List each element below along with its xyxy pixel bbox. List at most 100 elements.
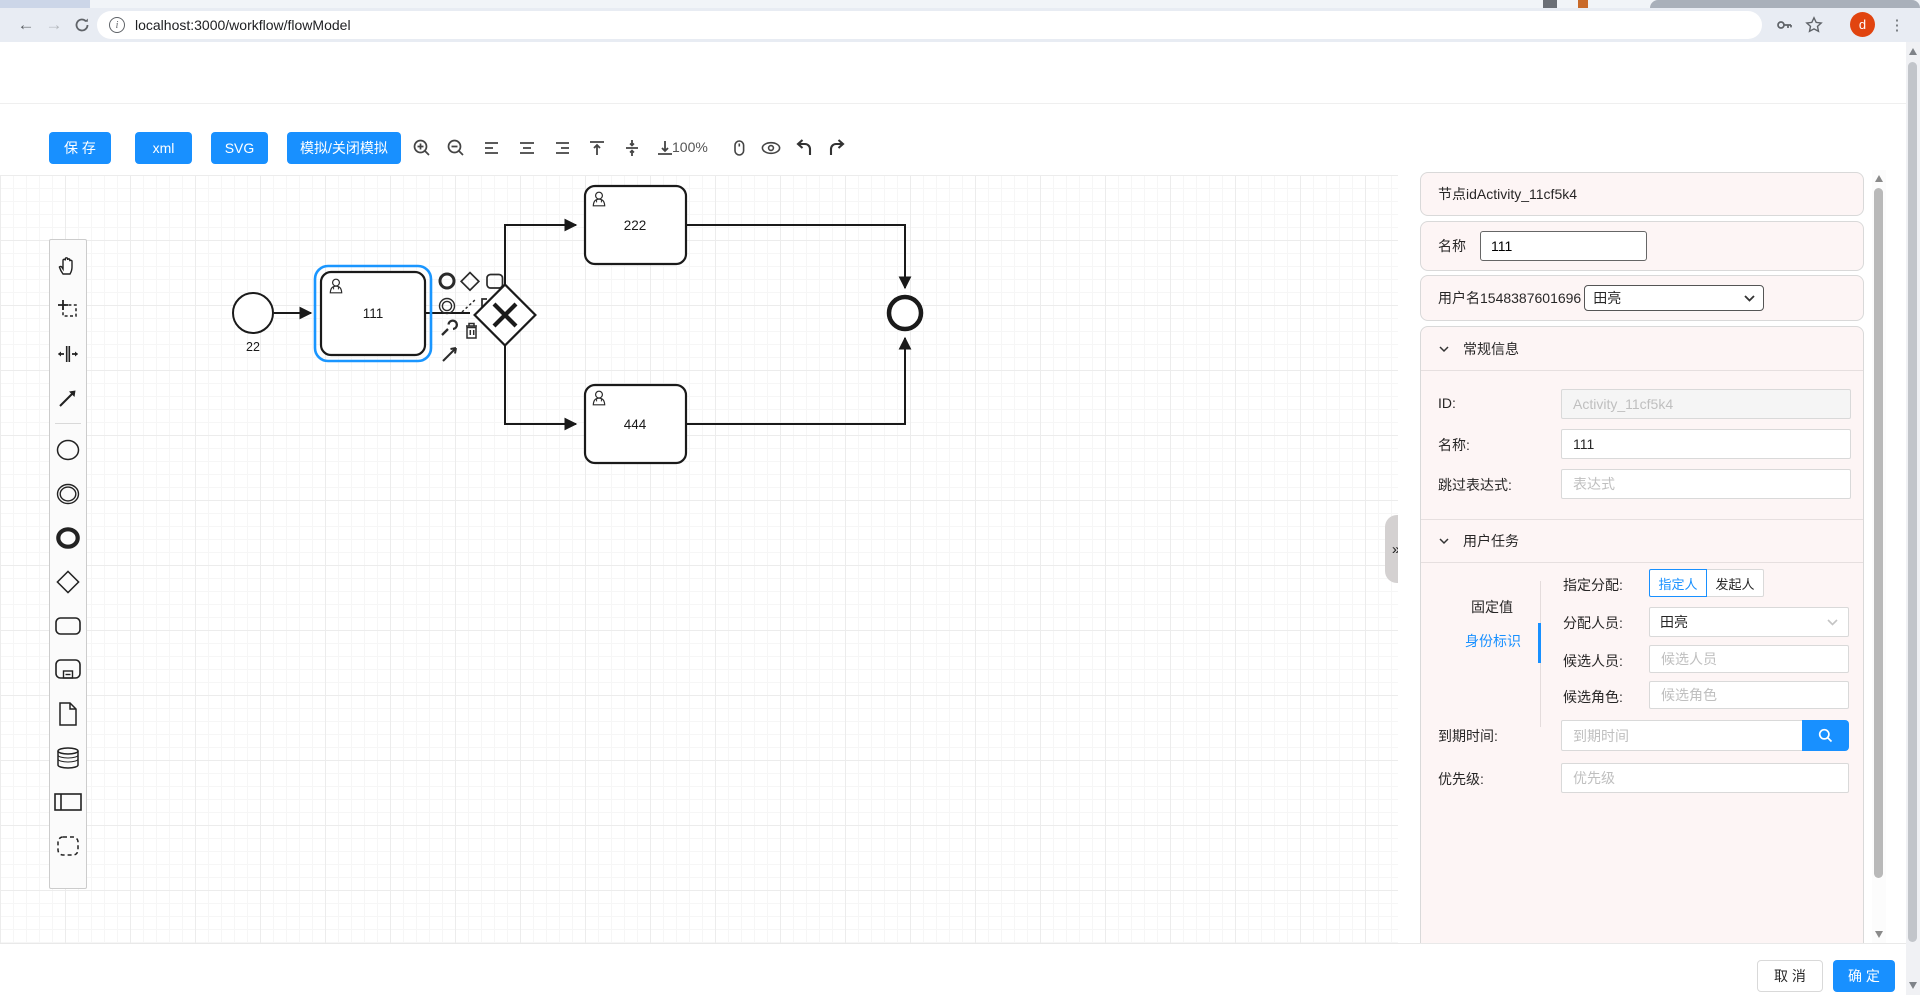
- eye-icon[interactable]: [758, 135, 784, 161]
- zoom-out-icon[interactable]: [443, 135, 469, 161]
- create-participant[interactable]: [52, 780, 84, 824]
- window-scroll-thumb[interactable]: [1908, 62, 1917, 942]
- simulate-button[interactable]: 模拟/关闭模拟: [287, 132, 401, 164]
- align-left-icon[interactable]: [479, 135, 505, 161]
- scroll-down-icon[interactable]: [1908, 982, 1917, 989]
- candidate-roles-input[interactable]: [1649, 681, 1849, 709]
- start-event-node[interactable]: 22: [232, 292, 274, 354]
- general-name-input[interactable]: [1561, 429, 1851, 459]
- id-input[interactable]: [1561, 389, 1851, 419]
- zoom-in-icon[interactable]: [409, 135, 435, 161]
- candidate-users-input[interactable]: [1649, 645, 1849, 673]
- browser-menu-icon[interactable]: ⋮: [1883, 11, 1911, 39]
- node-id-box: 节点idActivity_11cf5k4: [1420, 172, 1864, 216]
- scroll-up-icon[interactable]: [1875, 175, 1883, 182]
- panel-scrollbar[interactable]: [1872, 170, 1886, 943]
- task-444-node[interactable]: 444: [583, 383, 688, 465]
- assign-radio-group: 指定人 发起人: [1649, 569, 1765, 597]
- scroll-down-icon[interactable]: [1875, 931, 1883, 938]
- flow-gateway-222[interactable]: [504, 218, 578, 284]
- create-end-event[interactable]: [52, 516, 84, 560]
- participant-icon: [54, 793, 82, 811]
- inactive-tab-fragment: [1650, 0, 1920, 8]
- flow-gateway-444[interactable]: [504, 346, 578, 431]
- align-middle-icon[interactable]: [619, 135, 645, 161]
- due-time-label: 到期时间:: [1438, 728, 1498, 744]
- back-icon[interactable]: ←: [12, 11, 40, 39]
- end-event-node[interactable]: [886, 294, 924, 332]
- panel-scroll-thumb[interactable]: [1874, 188, 1883, 878]
- username-select[interactable]: 田亮: [1584, 285, 1765, 311]
- global-connect-tool[interactable]: [52, 376, 84, 420]
- flow-444-end[interactable]: [686, 336, 912, 425]
- tab-identity[interactable]: 身份标识: [1465, 631, 1521, 651]
- align-right-icon[interactable]: [549, 135, 575, 161]
- pad-append-gateway-icon[interactable]: [459, 271, 481, 292]
- tab-fixed-value[interactable]: 固定值: [1471, 597, 1513, 617]
- pad-trash-icon[interactable]: [466, 322, 477, 339]
- due-time-search-button[interactable]: [1802, 720, 1849, 751]
- chevron-down-icon: [1827, 618, 1838, 626]
- redo-icon[interactable]: [824, 135, 850, 161]
- cancel-button[interactable]: 取 消: [1757, 960, 1823, 992]
- radio-assignee[interactable]: 指定人: [1649, 569, 1707, 597]
- create-data-object[interactable]: [52, 692, 84, 736]
- username-box: 用户名1548387601696 田亮: [1420, 275, 1864, 321]
- forward-icon[interactable]: →: [40, 11, 68, 39]
- create-start-event[interactable]: [52, 428, 84, 472]
- gateway-node[interactable]: [473, 283, 537, 347]
- task-222-node[interactable]: 222: [583, 184, 688, 266]
- start-event-icon: [56, 439, 80, 461]
- pad-connect-icon[interactable]: [442, 347, 457, 362]
- priority-input[interactable]: [1561, 763, 1849, 793]
- mouse-icon[interactable]: [726, 135, 752, 161]
- avatar[interactable]: d: [1850, 12, 1875, 37]
- collapse-container: 常规信息 ID: 名称: 跳过表达式: 用户任务 固定值 身份标: [1420, 326, 1864, 995]
- address-bar[interactable]: i localhost:3000/workflow/flowModel: [97, 11, 1762, 39]
- task-111-node[interactable]: 111: [313, 264, 433, 363]
- hand-tool[interactable]: [52, 244, 84, 288]
- bookmark-star-icon[interactable]: [1800, 11, 1828, 39]
- save-button[interactable]: 保 存: [49, 132, 111, 164]
- ok-button[interactable]: 确 定: [1833, 960, 1895, 992]
- reload-icon[interactable]: [68, 11, 96, 39]
- password-key-icon[interactable]: [1770, 11, 1798, 39]
- undo-icon[interactable]: [791, 135, 817, 161]
- tab-ink-bar: [1538, 623, 1541, 663]
- assign-label: 指定分配:: [1563, 577, 1623, 593]
- pad-append-task-icon[interactable]: [486, 273, 504, 289]
- gateway-icon: [56, 570, 80, 594]
- data-store-icon: [57, 747, 79, 769]
- pad-append-end-event-icon[interactable]: [438, 272, 456, 290]
- priority-label: 优先级:: [1438, 771, 1484, 787]
- flow-222-end[interactable]: [686, 224, 912, 290]
- svg-button[interactable]: SVG: [211, 132, 268, 164]
- due-time-input[interactable]: [1561, 720, 1803, 751]
- skip-expression-input[interactable]: [1561, 469, 1851, 499]
- create-task[interactable]: [52, 604, 84, 648]
- bpmn-canvas[interactable]: 22 111 222 444: [0, 175, 1398, 943]
- lasso-tool[interactable]: [52, 288, 84, 332]
- create-gateway[interactable]: [52, 560, 84, 604]
- username-label: 用户名1548387601696: [1438, 290, 1582, 306]
- space-tool[interactable]: [52, 332, 84, 376]
- window-scrollbar[interactable]: [1906, 42, 1920, 995]
- info-icon[interactable]: i: [109, 17, 125, 33]
- scroll-up-icon[interactable]: [1908, 48, 1917, 55]
- name-field-label: 名称: [1438, 238, 1466, 254]
- pad-wrench-icon[interactable]: [441, 319, 459, 336]
- name-field-input[interactable]: [1480, 231, 1647, 261]
- pad-text-annotation-icon[interactable]: [461, 298, 477, 313]
- align-center-icon[interactable]: [514, 135, 540, 161]
- create-group[interactable]: [52, 824, 84, 868]
- create-intermediate-event[interactable]: [52, 472, 84, 516]
- align-top-icon[interactable]: [584, 135, 610, 161]
- xml-button[interactable]: xml: [135, 132, 192, 164]
- url-text: localhost:3000/workflow/flowModel: [135, 17, 351, 33]
- assignee-select[interactable]: 田亮: [1649, 607, 1849, 637]
- create-subprocess[interactable]: [52, 648, 84, 692]
- radio-initiator[interactable]: 发起人: [1706, 569, 1764, 597]
- section-usertask-header[interactable]: 用户任务: [1421, 519, 1863, 563]
- create-data-store[interactable]: [52, 736, 84, 780]
- section-general-header[interactable]: 常规信息: [1421, 327, 1863, 371]
